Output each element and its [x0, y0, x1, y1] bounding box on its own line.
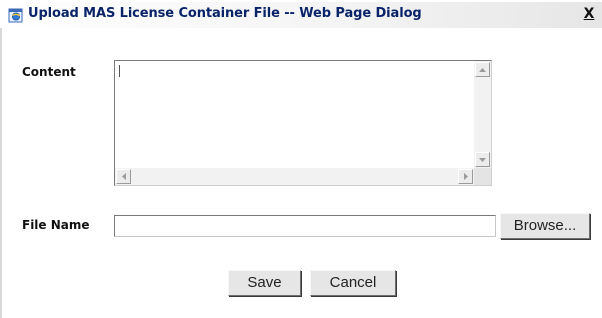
save-button[interactable]: Save: [228, 270, 301, 296]
text-caret: [119, 65, 120, 77]
content-textarea[interactable]: [114, 60, 492, 186]
upload-dialog: Upload MAS License Container File -- Web…: [0, 0, 602, 318]
scroll-up-button[interactable]: [475, 62, 490, 77]
arrow-up-icon: [479, 67, 486, 72]
file-name-label: File Name: [22, 218, 90, 232]
scroll-left-button[interactable]: [116, 169, 131, 184]
dialog-title: Upload MAS License Container File -- Web…: [28, 6, 422, 21]
close-button[interactable]: X: [582, 5, 596, 23]
file-name-input[interactable]: [114, 215, 496, 237]
scroll-down-button[interactable]: [475, 152, 490, 167]
browse-button[interactable]: Browse...: [500, 213, 590, 239]
window-left-border: [0, 28, 2, 318]
scrollbar-corner: [474, 168, 491, 185]
ie-page-icon: [8, 7, 24, 23]
close-icon: X: [583, 6, 595, 22]
cancel-button[interactable]: Cancel: [310, 270, 396, 296]
vertical-scrollbar[interactable]: [474, 61, 491, 168]
title-bar[interactable]: Upload MAS License Container File -- Web…: [4, 2, 602, 28]
arrow-down-icon: [479, 157, 486, 162]
arrow-left-icon: [121, 173, 126, 180]
scroll-right-button[interactable]: [458, 169, 473, 184]
arrow-right-icon: [463, 173, 468, 180]
content-label: Content: [22, 65, 76, 79]
horizontal-scrollbar[interactable]: [115, 168, 474, 185]
